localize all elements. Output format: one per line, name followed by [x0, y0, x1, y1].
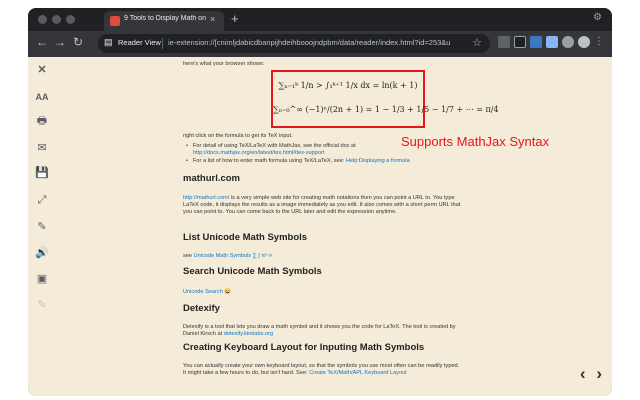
new-tab-icon[interactable]: +: [231, 11, 239, 26]
address-bar[interactable]: ▤ Reader View ie-extension://[cnimljdabi…: [98, 34, 490, 53]
window-close-dot[interactable]: [38, 15, 47, 24]
reader-page: ✕ AA 🖶 ✉ 💾 ⤢ ✎ 🔊 ▣ ✎ here's what your br…: [28, 57, 612, 396]
heading-unicode-list: List Unicode Math Symbols: [183, 232, 308, 243]
unicode-search-link[interactable]: Unicode Search 😄: [183, 289, 231, 295]
profile-avatar-icon[interactable]: [578, 36, 590, 48]
right-click-note: right click on the formula to get its Te…: [183, 133, 293, 139]
previous-page-icon[interactable]: ‹: [580, 364, 586, 384]
unicode-math-symbols-link[interactable]: Unicode Math Symbols ∑ ∫ π² ∞: [194, 253, 273, 259]
page-navigation: ‹ ›: [574, 364, 602, 384]
browser-tab[interactable]: 9 Tools to Display Math on Web... ×: [104, 11, 224, 31]
image-icon[interactable]: ▣: [35, 272, 49, 286]
close-icon[interactable]: ✕: [35, 63, 49, 77]
address-divider: [162, 38, 163, 49]
forward-icon[interactable]: →: [54, 35, 66, 49]
search-unicode-paragraph: Unicode Search 😄: [183, 289, 463, 296]
extension-icon-4[interactable]: [546, 36, 558, 48]
formula-line-1[interactable]: ∑ₙ₌₁ᵏ 1/n > ∫₁ᵏ⁺¹ 1/x dx = ln(k + 1): [273, 82, 423, 90]
heading-search-unicode: Search Unicode Math Symbols: [183, 266, 322, 277]
speaker-icon[interactable]: 🔊: [35, 246, 49, 260]
next-page-icon[interactable]: ›: [596, 364, 602, 384]
mathjax-docs-link[interactable]: http://docs.mathjax.org/en/latest/tex.ht…: [193, 150, 325, 156]
tab-close-icon[interactable]: ×: [210, 14, 215, 24]
keyboard-paragraph: You can actually create your own keyboar…: [183, 363, 463, 377]
print-icon[interactable]: 🖶: [35, 114, 49, 128]
mathurl-link[interactable]: http://mathurl.com/: [183, 195, 229, 201]
window-minimize-dot[interactable]: [52, 15, 61, 24]
list-item: For detail of using TeX/LaTeX with MathJ…: [186, 143, 473, 157]
window-zoom-dot[interactable]: [66, 15, 75, 24]
settings-icon[interactable]: ⚙: [593, 12, 602, 23]
reader-view-icon: ▤: [104, 37, 113, 47]
reload-icon[interactable]: ↻: [73, 35, 83, 49]
formula-highlight-box[interactable]: ∑ₙ₌₁ᵏ 1/n > ∫₁ᵏ⁺¹ 1/x dx = ln(k + 1) ∑ₙ₌…: [271, 70, 499, 128]
extension-icon-3[interactable]: [530, 36, 542, 48]
address-url[interactable]: ie-extension://[cnimljdabicdbanpijhdeihb…: [168, 38, 450, 47]
heading-detexify: Detexify: [183, 303, 220, 314]
back-icon[interactable]: ←: [36, 35, 48, 49]
detexify-link[interactable]: detexify.kirelabs.org: [224, 331, 273, 337]
email-icon[interactable]: ✉: [35, 141, 49, 155]
menu-icon[interactable]: ⋮: [594, 36, 606, 48]
tab-favicon-icon: [110, 16, 120, 26]
reader-sidebar: ✕ AA 🖶 ✉ 💾 ⤢ ✎ 🔊 ▣ ✎: [28, 57, 56, 396]
browser-window: 9 Tools to Display Math on Web... × + ⚙ …: [28, 8, 612, 396]
bookmark-star-icon[interactable]: ☆: [472, 36, 482, 49]
fullscreen-icon[interactable]: ⤢: [35, 193, 49, 207]
keyboard-layout-link[interactable]: Create TeX/Math/APL Keyboard Layout: [309, 370, 407, 376]
extension-icon-2[interactable]: [514, 36, 526, 48]
list-item: For a list of how to enter math formula …: [186, 158, 473, 165]
detexify-paragraph: Detexify is a tool that lets you draw a …: [183, 324, 463, 338]
title-bar: 9 Tools to Display Math on Web... × + ⚙: [28, 8, 612, 31]
extensions-puzzle-icon[interactable]: [562, 36, 574, 48]
bullet-1-text: For detail of using TeX/LaTeX with MathJ…: [193, 143, 356, 149]
tab-title: 9 Tools to Display Math on Web...: [124, 15, 206, 22]
unicode-list-paragraph: see Unicode Math Symbols ∑ ∫ π² ∞: [183, 253, 463, 260]
extension-icon-1[interactable]: [498, 36, 510, 48]
save-icon[interactable]: 💾: [35, 166, 49, 180]
formula-line-2[interactable]: ∑ₙ₌₀^∞ (−1)ⁿ/(2n + 1) = 1 − 1/3 + 1/5 − …: [273, 106, 499, 114]
heading-keyboard-layout: Creating Keyboard Layout for Inputing Ma…: [183, 342, 425, 353]
intro-text: here's what your browser shows:: [183, 61, 265, 67]
unicode-list-text: see: [183, 253, 194, 259]
reader-view-label: Reader View: [118, 38, 161, 47]
article-content: here's what your browser shows: ∑ₙ₌₁ᵏ 1/…: [183, 57, 603, 396]
font-size-icon[interactable]: AA: [35, 90, 49, 104]
displaying-formula-link[interactable]: Help:Displaying a formula: [346, 158, 410, 164]
mathurl-paragraph: http://mathurl.com/ is a very simple web…: [183, 195, 463, 216]
heading-mathurl: mathurl.com: [183, 173, 241, 184]
bullet-2-text: For a list of how to enter math formula …: [193, 158, 346, 164]
highlighter-icon: ✎: [37, 299, 47, 311]
browser-toolbar: ← → ↻ ▤ Reader View ie-extension://[cnim…: [28, 31, 612, 57]
edit-icon[interactable]: ✎: [35, 220, 49, 234]
